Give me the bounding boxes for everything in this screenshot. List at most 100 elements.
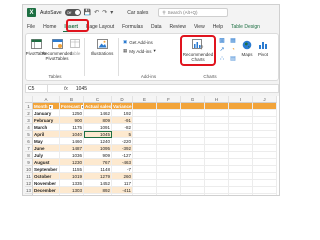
value-cell[interactable]: 260 bbox=[112, 173, 133, 180]
empty-cell[interactable] bbox=[205, 180, 229, 187]
column-header-g[interactable]: G bbox=[181, 96, 205, 103]
empty-cell[interactable] bbox=[157, 173, 181, 180]
autosave-toggle[interactable]: Off bbox=[64, 9, 81, 16]
empty-cell[interactable] bbox=[157, 194, 181, 195]
tab-review[interactable]: Review bbox=[166, 24, 190, 32]
empty-cell[interactable] bbox=[60, 194, 84, 195]
empty-cell[interactable] bbox=[229, 166, 253, 173]
empty-cell[interactable] bbox=[133, 187, 157, 194]
row-number[interactable]: 12 bbox=[25, 180, 33, 187]
pie-chart-dropdown[interactable]: ◔ bbox=[228, 47, 238, 53]
row-number[interactable]: 13 bbox=[25, 187, 33, 194]
empty-cell[interactable] bbox=[253, 145, 277, 152]
row-number[interactable]: 14 bbox=[25, 194, 33, 195]
month-cell[interactable]: August bbox=[33, 159, 60, 166]
column-header-h[interactable]: H bbox=[205, 96, 229, 103]
value-cell[interactable]: 5 bbox=[112, 131, 133, 138]
row-number[interactable]: 3 bbox=[25, 117, 33, 124]
column-header-i[interactable]: I bbox=[229, 96, 253, 103]
month-cell[interactable]: October bbox=[33, 173, 60, 180]
empty-cell[interactable] bbox=[133, 194, 157, 195]
row-number[interactable]: 10 bbox=[25, 166, 33, 173]
value-cell[interactable]: -220 bbox=[112, 138, 133, 145]
empty-cell[interactable] bbox=[229, 152, 253, 159]
table-header-cell[interactable]: Variance▾ bbox=[112, 103, 133, 110]
empty-cell[interactable] bbox=[205, 110, 229, 117]
empty-cell[interactable] bbox=[229, 131, 253, 138]
tab-help[interactable]: Help bbox=[209, 24, 227, 32]
empty-cell[interactable] bbox=[181, 103, 205, 110]
empty-cell[interactable] bbox=[181, 159, 205, 166]
empty-cell[interactable] bbox=[229, 194, 253, 195]
table-header-cell[interactable]: Month ▾ bbox=[33, 103, 60, 110]
empty-cell[interactable] bbox=[157, 145, 181, 152]
empty-cell[interactable] bbox=[112, 194, 133, 195]
row-number[interactable]: 1 bbox=[25, 103, 33, 110]
empty-cell[interactable] bbox=[157, 180, 181, 187]
formula-input[interactable]: 1045 bbox=[76, 86, 87, 92]
combo-chart-dropdown[interactable]: ▤ bbox=[228, 56, 238, 62]
fx-icon[interactable]: fx bbox=[64, 86, 68, 92]
empty-cell[interactable] bbox=[253, 110, 277, 117]
empty-cell[interactable] bbox=[181, 131, 205, 138]
empty-cell[interactable] bbox=[181, 110, 205, 117]
empty-cell[interactable] bbox=[157, 166, 181, 173]
empty-cell[interactable] bbox=[133, 103, 157, 110]
empty-cell[interactable] bbox=[157, 159, 181, 166]
empty-cell[interactable] bbox=[181, 166, 205, 173]
empty-cell[interactable] bbox=[133, 124, 157, 131]
month-cell[interactable]: March bbox=[33, 124, 60, 131]
empty-cell[interactable] bbox=[205, 152, 229, 159]
value-cell[interactable]: 1175 bbox=[60, 124, 84, 131]
empty-cell[interactable] bbox=[205, 117, 229, 124]
empty-cell[interactable] bbox=[253, 159, 277, 166]
empty-cell[interactable] bbox=[253, 117, 277, 124]
value-cell[interactable]: -91 bbox=[112, 117, 133, 124]
value-cell[interactable]: 1452 bbox=[84, 180, 112, 187]
row-number[interactable]: 4 bbox=[25, 124, 33, 131]
month-cell[interactable]: May bbox=[33, 138, 60, 145]
value-cell[interactable]: 117 bbox=[112, 180, 133, 187]
empty-cell[interactable] bbox=[229, 124, 253, 131]
value-cell[interactable]: 1155 bbox=[60, 166, 84, 173]
month-cell[interactable]: February bbox=[33, 117, 60, 124]
column-header-f[interactable]: F bbox=[157, 96, 181, 103]
pivotchart-button[interactable]: Pivot bbox=[256, 39, 270, 57]
value-cell[interactable]: 1462 bbox=[84, 110, 112, 117]
save-icon[interactable]: 💾 bbox=[84, 9, 91, 16]
empty-cell[interactable] bbox=[205, 124, 229, 131]
value-cell[interactable]: 1148 bbox=[84, 166, 112, 173]
empty-cell[interactable] bbox=[229, 180, 253, 187]
empty-cell[interactable] bbox=[253, 152, 277, 159]
empty-cell[interactable] bbox=[205, 187, 229, 194]
empty-cell[interactable] bbox=[253, 138, 277, 145]
empty-cell[interactable] bbox=[157, 138, 181, 145]
value-cell[interactable]: 809 bbox=[84, 117, 112, 124]
value-cell[interactable]: 1040 bbox=[60, 131, 84, 138]
value-cell[interactable]: 1095 bbox=[84, 145, 112, 152]
value-cell[interactable]: -392 bbox=[112, 145, 133, 152]
value-cell[interactable]: 909 bbox=[84, 152, 112, 159]
worksheet-grid[interactable]: A B C D E F G H I J 1 Month ▾ Forecast ▾ Actu… bbox=[25, 96, 279, 195]
month-cell[interactable]: November bbox=[33, 180, 60, 187]
month-cell[interactable]: June bbox=[33, 145, 60, 152]
value-cell[interactable]: 1250 bbox=[60, 110, 84, 117]
empty-cell[interactable] bbox=[157, 110, 181, 117]
empty-cell[interactable] bbox=[181, 180, 205, 187]
empty-cell[interactable] bbox=[253, 187, 277, 194]
value-cell[interactable]: 1303 bbox=[60, 187, 84, 194]
month-cell[interactable]: September bbox=[33, 166, 60, 173]
empty-cell[interactable] bbox=[157, 131, 181, 138]
hierarchy-chart-dropdown[interactable]: ▦ bbox=[228, 38, 238, 44]
illustrations-button[interactable]: Illustrations bbox=[88, 38, 116, 56]
empty-cell[interactable] bbox=[205, 131, 229, 138]
scatter-chart-dropdown[interactable]: ∴ bbox=[217, 56, 227, 62]
empty-cell[interactable] bbox=[181, 187, 205, 194]
undo-icon[interactable]: ↶ bbox=[94, 9, 99, 16]
value-cell[interactable]: -463 bbox=[112, 159, 133, 166]
empty-cell[interactable] bbox=[253, 103, 277, 110]
empty-cell[interactable] bbox=[205, 159, 229, 166]
tab-formulas[interactable]: Formulas bbox=[118, 24, 147, 32]
value-cell[interactable]: 1487 bbox=[60, 145, 84, 152]
row-number[interactable]: 5 bbox=[25, 131, 33, 138]
